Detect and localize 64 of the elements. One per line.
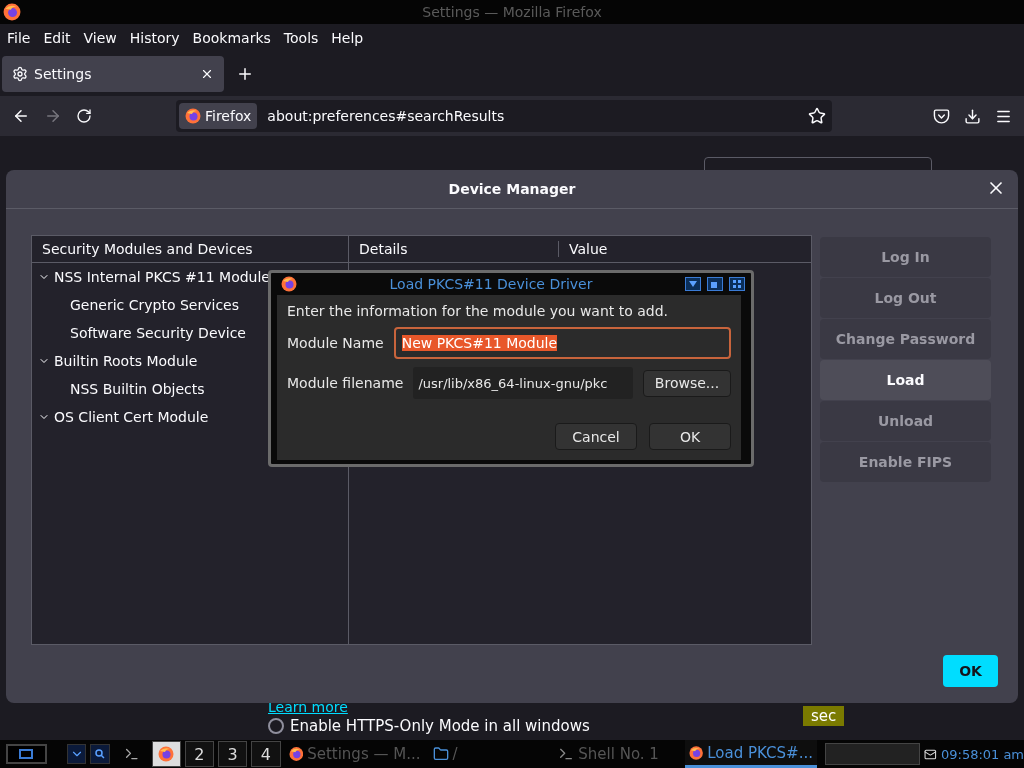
tooltip: sec [803,706,845,726]
reload-icon[interactable] [76,108,92,124]
learn-more-link[interactable]: Learn more [268,699,348,715]
module-name-field[interactable]: New PKCS#11 Module [393,327,731,359]
menu-item[interactable]: History [129,30,180,46]
settings-icon [12,66,28,82]
action-button[interactable]: Load [820,360,991,400]
restore-icon[interactable] [707,277,723,291]
dropdown-icon[interactable] [66,744,87,764]
workspace-button[interactable]: 4 [251,741,281,767]
menu-item[interactable]: Bookmarks [192,30,271,46]
folder-icon [432,746,449,762]
browser-icon [288,746,304,762]
column-header: Details [349,241,559,257]
download-icon[interactable] [964,107,981,125]
workspace-button[interactable]: 3 [218,741,248,767]
clock-suffix: am [1003,746,1024,762]
dialog-title: Load PKCS#11 Device Driver [388,276,594,292]
field-label: Module filename [287,375,404,391]
ok-button[interactable]: OK [649,423,731,450]
browser-icon [185,108,201,124]
browser-icon [158,746,175,762]
prompt-text: Enter the information for the module you want to add. [287,303,670,319]
terminal-icon[interactable] [124,746,140,762]
workspace-button[interactable]: 2 [184,741,215,767]
module-filename-field[interactable]: /usr/lib/x86_64-linux-gnu/pkc [413,367,633,399]
browser-tab[interactable]: Settings [2,56,224,92]
window-title: Settings — Mozilla Firefox [421,4,603,20]
menu-item[interactable]: Help [331,30,364,46]
browse-button[interactable]: Browse... [643,369,731,397]
menu-item[interactable]: Tools [283,30,319,46]
tree-item[interactable]: NSS Internal PKCS #11 Module [32,263,348,291]
workspace-button[interactable] [151,741,181,767]
new-tab-icon[interactable] [236,65,254,83]
clock: 09:58:01 [941,746,1000,762]
address-bar[interactable]: Firefox about:preferences#searchResults [176,100,832,132]
ok-button[interactable]: OK [943,655,998,687]
menu-item[interactable]: View [83,30,117,46]
minimize-icon[interactable] [685,277,701,291]
window-icon [19,749,34,759]
column-header: Value [568,241,609,257]
browser-logo-icon [3,3,21,21]
menu-item[interactable]: Edit [43,30,71,46]
menu-item[interactable]: File [7,30,31,46]
start-button[interactable] [6,744,47,764]
terminal-icon [558,746,575,762]
radio-label: Enable HTTPS-Only Mode in all windows [290,717,590,735]
column-header: Security Modules and Devices [41,241,254,257]
search-icon[interactable] [90,744,110,764]
identity-button[interactable]: Firefox [179,103,258,129]
pocket-icon[interactable] [933,107,950,125]
star-icon[interactable] [808,107,826,125]
back-icon[interactable] [12,107,30,125]
close-icon[interactable] [200,67,214,81]
tree-item[interactable]: OS Client Cert Module [32,403,348,431]
browser-icon [281,276,297,292]
cancel-button[interactable]: Cancel [555,423,637,450]
browser-icon [688,744,704,761]
mail-icon[interactable] [924,747,937,761]
maximize-icon[interactable] [729,277,745,291]
forward-icon[interactable] [44,107,62,125]
task-button[interactable]: Load PKCS#... [684,740,817,768]
radio-button[interactable] [268,718,284,734]
dialog-title: Device Manager [448,181,576,197]
